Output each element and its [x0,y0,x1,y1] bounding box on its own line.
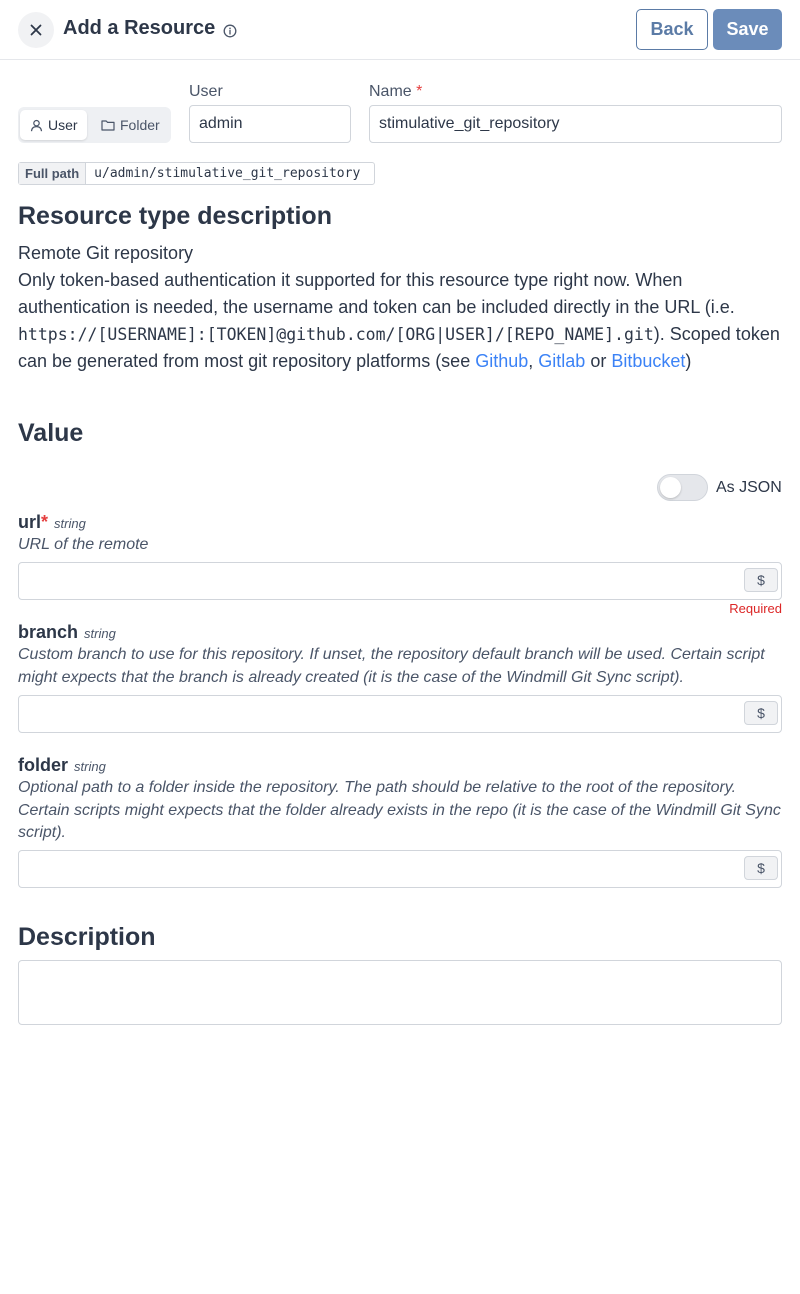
github-link[interactable]: Github [475,351,528,371]
required-mark: * [416,83,423,100]
owner-kind-folder-label: Folder [120,117,160,133]
full-path-label: Full path [19,163,87,184]
branch-field-description: Custom branch to use for this repository… [18,646,765,686]
field-name-text: url [18,512,42,532]
value-heading: Value [18,419,84,447]
back-button[interactable]: Back [636,9,708,50]
folder-icon [101,120,115,131]
close-icon [30,24,42,36]
desc-text: , [528,351,539,371]
page-title: Add a Resource [63,17,216,39]
owner-kind-toggle: User Folder [18,107,171,143]
owner-kind-user-label: User [48,117,78,133]
field-type: string [84,626,116,641]
owner-kind-user[interactable]: User [20,110,87,140]
full-path: Full path u/admin/stimulative_git_reposi… [18,162,376,185]
owner-field-label: User [189,83,223,100]
url-field-name: url* string [18,512,86,533]
description-heading: Description [18,923,156,951]
dollar-button[interactable]: $ [744,701,778,725]
name-field-label: Name * [369,83,422,101]
url-required-error: Required [729,601,782,616]
as-json-label: As JSON [716,479,782,496]
dollar-button[interactable]: $ [744,568,778,592]
full-path-value: u/admin/stimulative_git_repository [94,166,361,181]
folder-field-name: folder string [18,755,106,776]
name-label-text: Name [369,83,412,100]
resource-type-description: Remote Git repository Only token-based a… [18,240,788,375]
bitbucket-link[interactable]: Bitbucket [611,351,685,371]
owner-kind-folder[interactable]: Folder [98,110,168,140]
description-textarea[interactable] [18,960,782,1025]
folder-input[interactable]: $ [18,850,782,888]
desc-text: Only token-based authentication it suppo… [18,270,735,317]
info-icon[interactable] [223,24,237,38]
resource-type-name: Remote Git repository [18,243,194,263]
required-mark: * [41,512,49,532]
owner-input[interactable] [189,105,351,143]
url-example: https://[USERNAME]:[TOKEN]@github.com/[O… [18,325,654,344]
resource-type-heading: Resource type description [18,202,332,230]
user-icon [30,119,43,131]
drawer-header: Add a Resource Back Save [0,0,800,60]
field-type: string [74,759,106,774]
field-type: string [54,516,86,531]
branch-input[interactable]: $ [18,695,782,733]
as-json-toggle[interactable] [657,474,708,501]
field-name-text: folder [18,755,69,775]
branch-field-name: branch string [18,622,116,643]
save-button[interactable]: Save [713,9,782,50]
url-input[interactable]: $ [18,562,782,600]
folder-field-description: Optional path to a folder inside the rep… [18,779,781,841]
gitlab-link[interactable]: Gitlab [538,351,585,371]
desc-text: ) [685,351,692,371]
dollar-button[interactable]: $ [744,856,778,880]
toggle-knob [660,477,681,498]
resource-type-body: Only token-based authentication it suppo… [18,267,788,375]
url-field-description: URL of the remote [18,536,149,553]
close-button[interactable] [18,12,54,48]
name-input[interactable] [369,105,782,143]
desc-text: or [585,351,612,371]
field-name-text: branch [18,622,79,642]
